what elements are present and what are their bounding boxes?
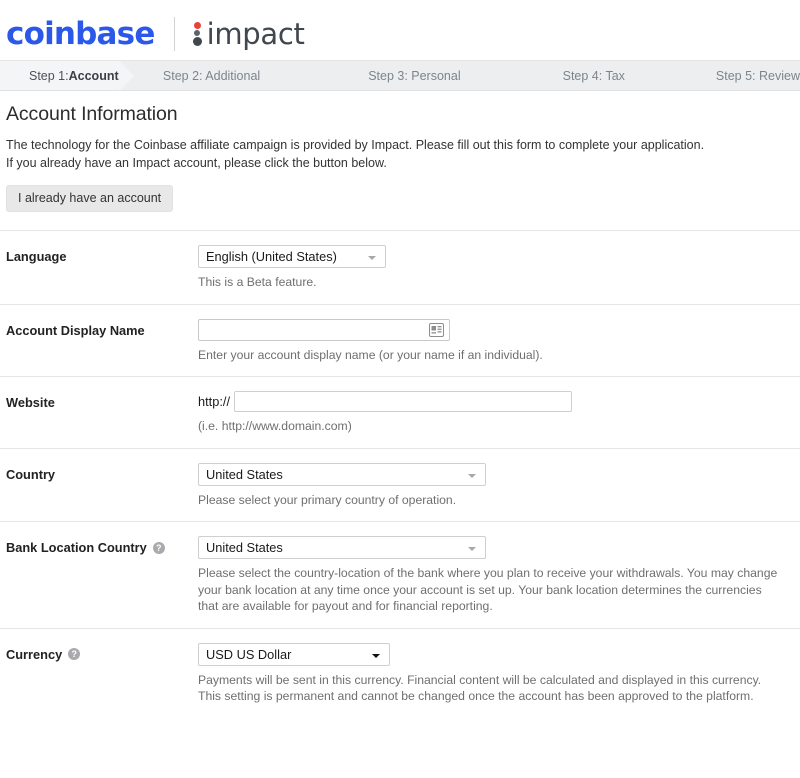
bank-location-country-hint: Please select the country-location of th… (198, 566, 778, 613)
country-label: Country (6, 466, 56, 482)
website-label: Website (6, 395, 55, 410)
account-display-name-input-wrap[interactable] (198, 318, 450, 341)
coinbase-logo[interactable]: coinbase (6, 18, 155, 50)
impact-mark-icon (192, 21, 203, 47)
bank-location-country-label-text: Bank Location Country (6, 540, 147, 555)
form-row-currency: Currency ? USD US Dollar Payments will b… (0, 629, 800, 718)
form-row-bank-location-country: Bank Location Country ? United States Pl… (0, 522, 800, 628)
bank-location-country-select-value: United States (206, 540, 283, 555)
currency-hint: Payments will be sent in this currency. … (198, 672, 762, 704)
step-1-account[interactable]: Step 1: Account (0, 61, 134, 91)
country-select-value: United States (206, 466, 283, 482)
step-5-review[interactable]: Step 5: Review (625, 61, 800, 90)
intro-line-2: If you already have an Impact account, p… (6, 156, 387, 170)
chevron-down-icon (468, 547, 476, 551)
currency-select-value: USD US Dollar (206, 646, 292, 662)
impact-logo-text: impact (206, 16, 305, 51)
website-hint: (i.e. http://www.domain.com) (198, 419, 352, 433)
website-input-wrap[interactable] (234, 391, 573, 412)
account-display-name-input[interactable] (199, 319, 449, 340)
step-3-personal[interactable]: Step 3: Personal (260, 61, 460, 90)
form-row-language: Language English (United States) This is… (0, 231, 800, 304)
country-hint: Please select your primary country of op… (198, 492, 457, 507)
language-label: Language (6, 249, 67, 264)
page-title: Account Information (6, 103, 178, 125)
chevron-down-icon (368, 256, 376, 260)
help-icon[interactable]: ? (152, 541, 165, 554)
country-select[interactable]: United States (198, 462, 486, 486)
currency-select[interactable]: USD US Dollar (198, 642, 390, 666)
logo-divider (173, 17, 175, 51)
website-input[interactable] (235, 392, 572, 411)
step-progress-bar: Step 1: Account Step 2: Additional Step … (0, 60, 800, 91)
step-4-tax[interactable]: Step 4: Tax (461, 61, 625, 90)
impact-logo[interactable]: impact (192, 16, 305, 51)
currency-label-text: Currency (6, 646, 63, 662)
help-icon[interactable]: ? (68, 648, 81, 660)
contact-card-icon[interactable] (429, 322, 444, 337)
bank-location-country-select[interactable]: United States (198, 536, 486, 559)
currency-label: Currency ? (0, 643, 198, 662)
existing-account-button[interactable]: I already have an account (6, 185, 174, 212)
intro-line-1: The technology for the Coinbase affiliat… (6, 138, 705, 152)
step-2-additional[interactable]: Step 2: Additional (119, 61, 260, 90)
step-1-emphasis: Account (68, 68, 119, 83)
bank-location-country-label: Bank Location Country ? (0, 536, 198, 555)
chevron-down-icon (468, 473, 476, 478)
form-row-country: Country United States Please select your… (0, 449, 800, 522)
language-select[interactable]: English (United States) (198, 245, 386, 268)
page-header: coinbase impact (0, 0, 800, 60)
step-1-label: Step 1: (29, 68, 69, 83)
account-display-name-hint: Enter your account display name (or your… (198, 347, 543, 362)
chevron-down-icon (372, 653, 380, 658)
intro-text: The technology for the Coinbase affiliat… (6, 136, 800, 172)
language-hint: This is a Beta feature. (198, 275, 317, 289)
account-display-name-label: Account Display Name (6, 322, 145, 338)
form-row-account-display-name: Account Display Name Enter your account … (0, 305, 800, 377)
language-select-value: English (United States) (206, 249, 337, 264)
website-prefix: http:// (198, 394, 231, 409)
form-row-website: Website http:// (i.e. http://www.domain.… (0, 377, 800, 448)
